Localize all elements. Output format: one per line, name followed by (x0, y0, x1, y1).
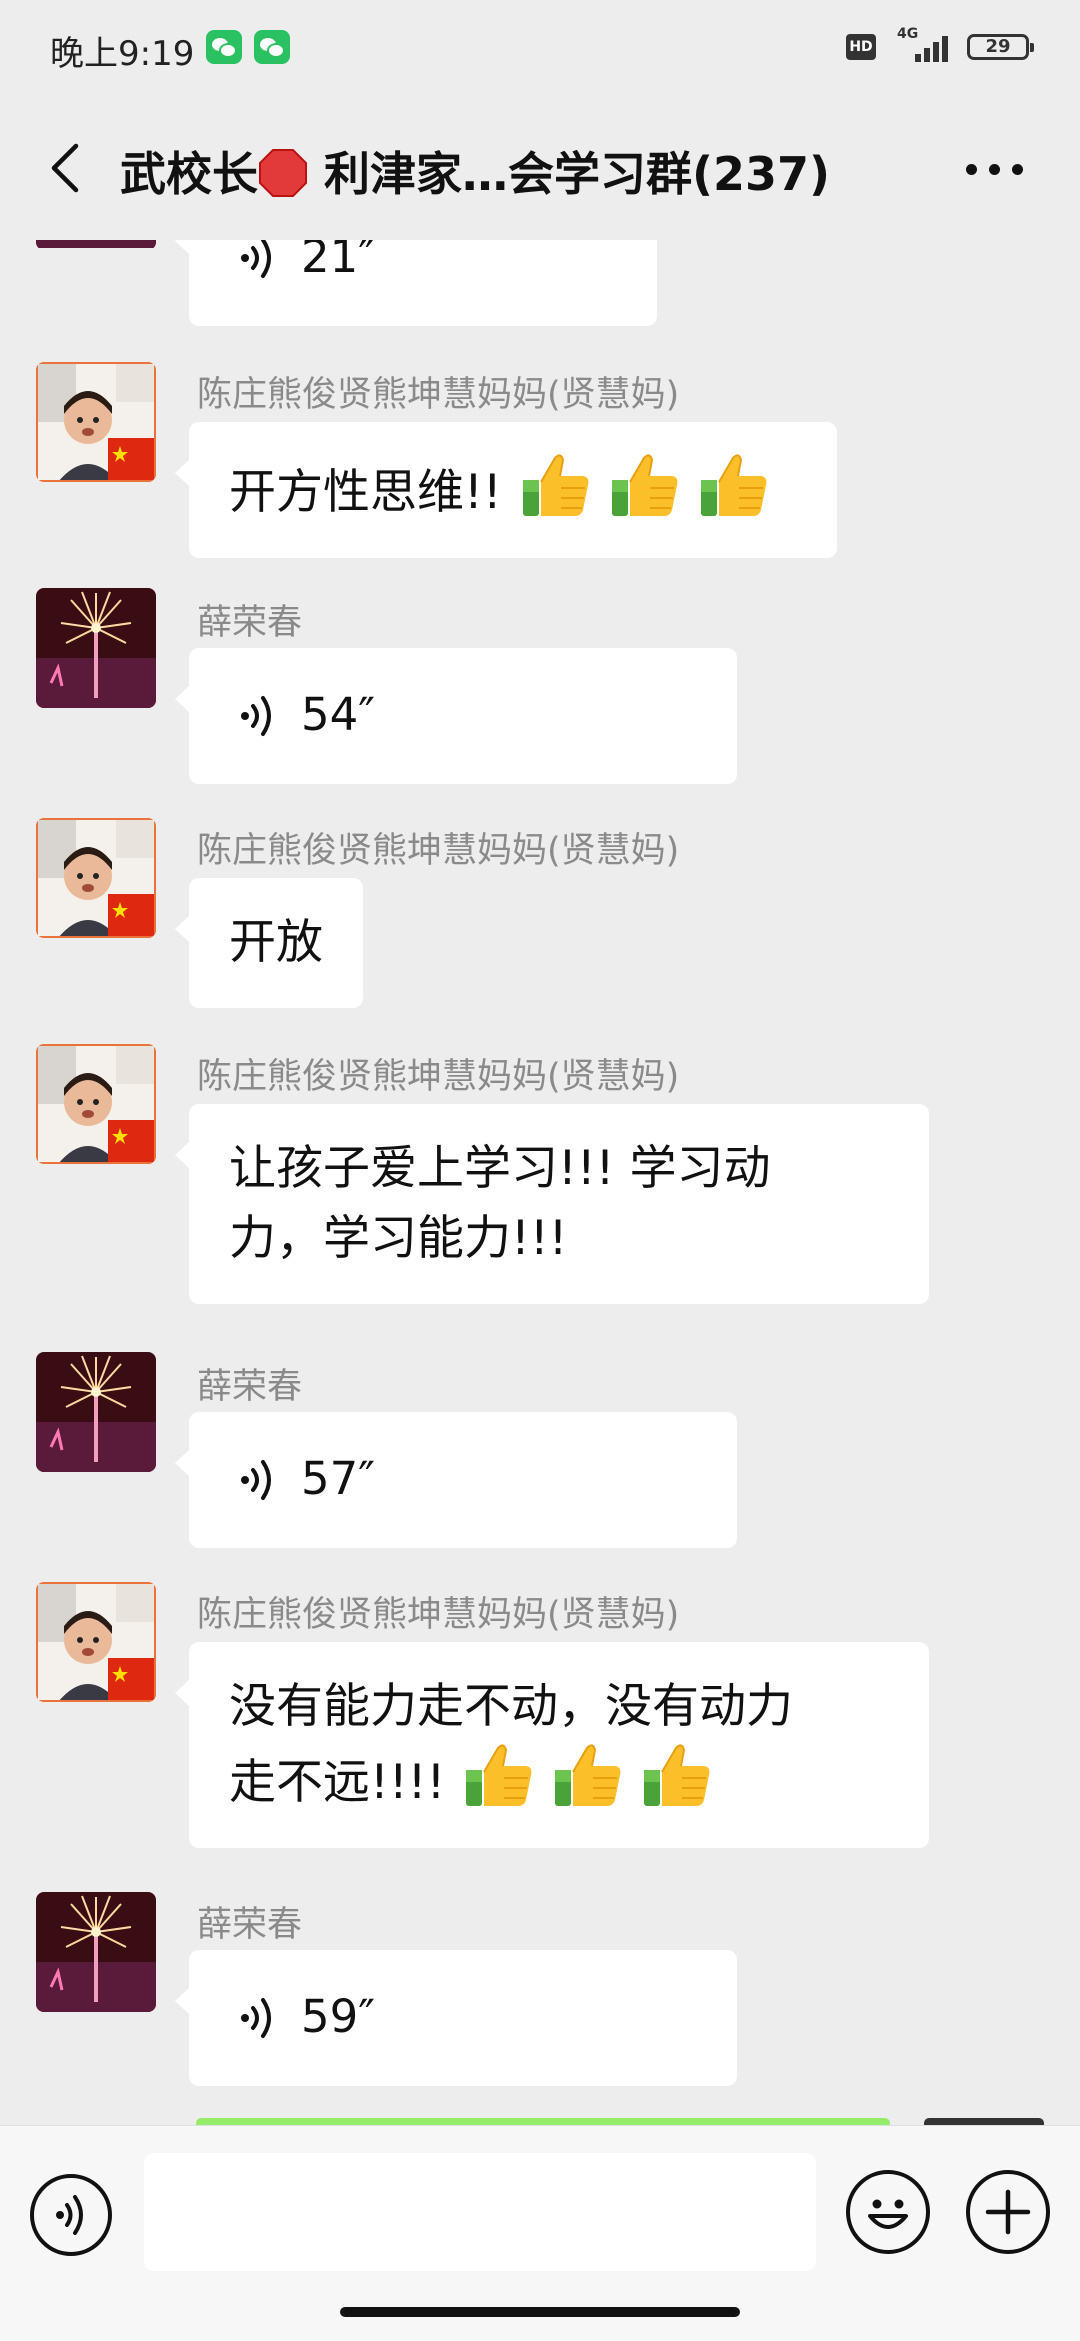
voice-waves-icon (239, 1996, 279, 2040)
text-message[interactable]: 让孩子爱上学习!!! 学习动 力，学习能力!!! (175, 1104, 929, 1304)
message-text-line: 没有能力走不动，没有动力 (229, 1679, 793, 1734)
avatar[interactable] (36, 240, 156, 250)
signal-icon: 4G (893, 26, 953, 64)
sender-name: 陈庄熊俊贤熊坤慧妈妈(贤慧妈) (197, 1057, 680, 1097)
thumbs-up-icon (521, 452, 591, 518)
thumbs-up-icon (553, 1742, 623, 1808)
voice-message[interactable]: 21″ (175, 240, 657, 326)
voice-duration: 21″ (301, 240, 376, 283)
emoji-icon[interactable] (846, 2170, 930, 2254)
avatar[interactable] (36, 818, 156, 938)
sender-name: 薛荣春 (197, 1367, 303, 1407)
message-input[interactable] (144, 2153, 816, 2271)
avatar[interactable] (36, 588, 156, 708)
status-bar: 晚上9:19 HD 4G 29 (0, 0, 1080, 96)
voice-waves-icon (239, 240, 279, 280)
avatar[interactable] (36, 1044, 156, 1164)
avatar[interactable] (36, 1892, 156, 2012)
wechat-icon (206, 30, 242, 64)
message-text: 开方性思维!! (229, 465, 502, 520)
voice-message[interactable]: 59″ (175, 1950, 737, 2086)
wechat-icon (254, 30, 290, 64)
battery-icon: 29 (967, 34, 1034, 60)
voice-duration: 59″ (301, 1990, 376, 2043)
title-suffix: 利津家…会学习群(237) (308, 147, 831, 201)
message-text-line: 走不远!!!! (229, 1742, 889, 1818)
avatar[interactable] (36, 1352, 156, 1472)
sender-name: 薛荣春 (197, 603, 303, 643)
thumbs-up-icon (699, 452, 769, 518)
hd-badge: HD (846, 34, 876, 60)
sender-name: 薛荣春 (197, 1905, 303, 1945)
plus-icon[interactable] (966, 2170, 1050, 2254)
voice-duration: 54″ (301, 688, 376, 741)
message-text: 开放 (229, 915, 323, 970)
more-dots-icon[interactable] (960, 162, 1030, 178)
text-message[interactable]: 没有能力走不动，没有动力 走不远!!!! (175, 1642, 929, 1848)
chat-messages[interactable]: 21″ 陈庄熊俊贤熊坤慧妈妈(贤慧妈) 开方性思维!! 薛荣春 54″ 陈庄熊俊… (0, 240, 1080, 2125)
sender-name: 陈庄熊俊贤熊坤慧妈妈(贤慧妈) (197, 1595, 680, 1635)
thumbs-up-icon (642, 1742, 712, 1808)
voice-message[interactable]: 54″ (175, 648, 737, 784)
voice-waves-icon (239, 1458, 279, 1502)
home-indicator[interactable] (340, 2307, 740, 2317)
status-time: 晚上9:19 (50, 34, 195, 74)
chat-title: 武校长 利津家…会学习群(237) (120, 138, 920, 204)
message-text: 走不远!!!! (229, 1755, 446, 1810)
message-text-line: 让孩子爱上学习!!! 学习动 (229, 1141, 771, 1196)
sender-name: 陈庄熊俊贤熊坤慧妈妈(贤慧妈) (197, 831, 680, 871)
message-text-line: 力，学习能力!!! (229, 1211, 568, 1266)
network-type: 4G (897, 26, 919, 42)
avatar[interactable] (36, 362, 156, 482)
stop-sign-icon (259, 149, 307, 197)
avatar[interactable] (36, 1582, 156, 1702)
voice-waves-icon (239, 694, 279, 738)
sender-name: 陈庄熊俊贤熊坤慧妈妈(贤慧妈) (197, 375, 680, 415)
text-message[interactable]: 开方性思维!! (175, 422, 837, 558)
title-prefix: 武校长 (120, 147, 258, 201)
voice-duration: 57″ (301, 1452, 376, 1505)
voice-message[interactable]: 57″ (175, 1412, 737, 1548)
thumbs-up-icon (610, 452, 680, 518)
text-message[interactable]: 开放 (175, 878, 363, 1008)
voice-mode-icon[interactable] (30, 2174, 112, 2256)
chat-header: 武校长 利津家…会学习群(237) (0, 96, 1080, 240)
thumbs-up-icon (464, 1742, 534, 1808)
back-icon[interactable] (44, 142, 86, 194)
